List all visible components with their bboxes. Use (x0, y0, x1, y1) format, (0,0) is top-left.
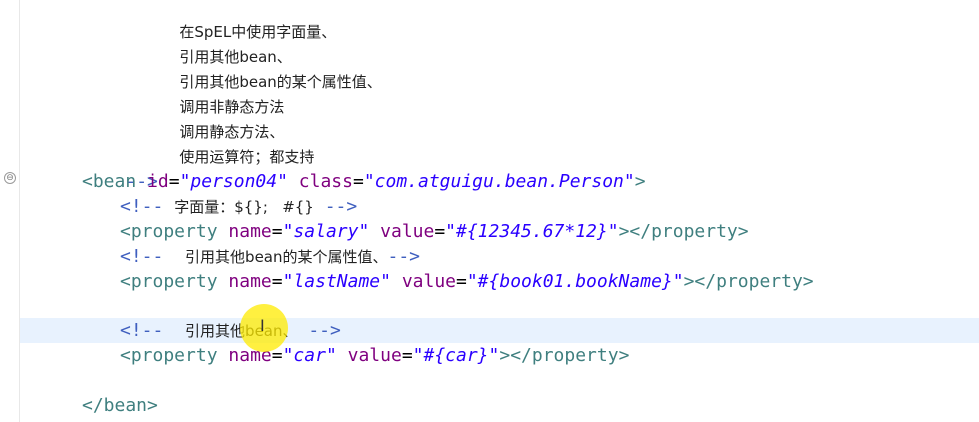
comment-start: <!-- (120, 320, 164, 341)
property-open-tag: <property (120, 221, 218, 242)
code-editor[interactable]: 在SpEL中使用字面量、 引用其他bean、 引用其他bean的某个属性值、 调… (20, 0, 979, 422)
property-open-tag: <property (120, 345, 218, 366)
value-value: "#{car}" (412, 345, 500, 366)
property-close-tag: ></property> (618, 221, 749, 242)
code-line: --> (20, 144, 979, 192)
code-line: <!-- 字面量：${}; #{} --> (20, 194, 979, 219)
code-line: 调用静态方法、 (20, 94, 979, 141)
value-id: "person04" (179, 171, 288, 192)
comment-text: 字面量：${}; #{} (174, 198, 314, 216)
attr-name: name (228, 271, 272, 292)
code-line: 引用其他bean、 (20, 19, 979, 66)
comment-text: 引用其他bean的某个属性值、 (185, 248, 388, 266)
value-name: "car" (282, 345, 337, 366)
code-line: </bean> (20, 393, 979, 418)
property-open-tag: <property (120, 271, 218, 292)
current-code-line: <!-- 引用其他bean、 --> (20, 318, 979, 343)
comment-start: <!-- (120, 246, 164, 267)
attr-id: id (147, 171, 169, 192)
code-line: 引用其他bean的某个属性值、 (20, 44, 979, 91)
comment-end: --> (387, 246, 421, 267)
value-name: "lastName" (282, 271, 391, 292)
bean-close-tag: </bean> (82, 395, 158, 416)
code-line: <!-- 引用其他bean的某个属性值、--> (20, 244, 979, 269)
code-line: <property name="car" value="#{car}"></pr… (120, 345, 630, 366)
value-name: "salary" (282, 221, 370, 242)
fold-collapse-icon[interactable]: ⊖ (4, 172, 16, 184)
attr-value: value (380, 221, 435, 242)
comment-end: --> (308, 320, 341, 341)
attr-value: value (347, 345, 402, 366)
value-value: "#{book01.bookName}" (466, 271, 684, 292)
value-class: "com.atguigu.bean.Person" (363, 171, 635, 192)
code-line: <bean id="person04" class="com.atguigu.b… (82, 171, 646, 192)
bean-open-tag: <bean (82, 171, 137, 192)
value-value: "#{12345.67*12}" (445, 221, 619, 242)
comment-start: <!-- (120, 196, 164, 217)
attr-name: name (228, 221, 272, 242)
property-close-tag: ></property> (499, 345, 630, 366)
attr-class: class (298, 171, 353, 192)
code-line: 使用运算符；都支持 (20, 119, 979, 166)
mouse-cursor-highlight: I (240, 304, 288, 352)
code-line: <property name="lastName" value="#{book0… (120, 271, 814, 292)
comment-end: --> (324, 196, 358, 217)
code-line: <property name="salary" value="#{12345.6… (120, 221, 749, 242)
property-close-tag: ></property> (683, 271, 814, 292)
editor-gutter (0, 0, 20, 422)
code-line: 在SpEL中使用字面量、 (20, 0, 979, 41)
attr-value: value (401, 271, 456, 292)
text-cursor-icon: I (260, 316, 265, 335)
code-line: 调用非静态方法 (20, 69, 979, 116)
bean-open-end: > (634, 171, 646, 192)
